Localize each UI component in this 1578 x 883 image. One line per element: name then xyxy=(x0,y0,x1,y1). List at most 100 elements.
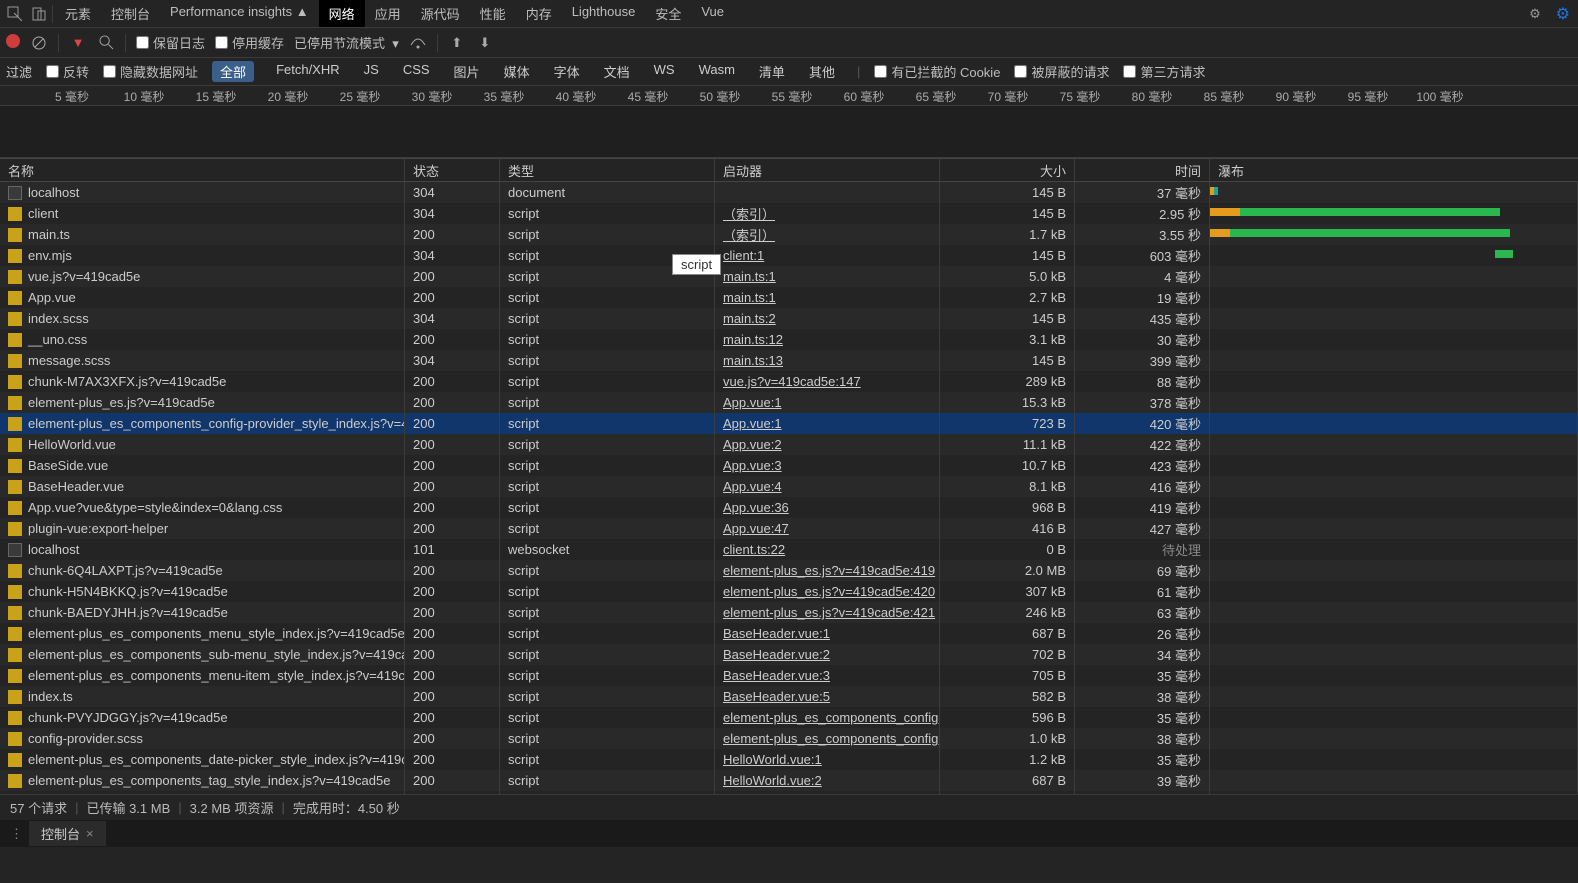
filter-type[interactable]: 清单 xyxy=(751,61,793,82)
network-conditions-icon[interactable] xyxy=(409,34,427,52)
top-tab[interactable]: Performance insights ▲ xyxy=(160,0,319,27)
reverse-checkbox[interactable]: 反转 xyxy=(46,62,89,81)
table-row[interactable]: chunk-M7AX3XFX.js?v=419cad5e200scriptvue… xyxy=(0,371,1578,392)
col-initiator[interactable]: 启动器 xyxy=(715,159,940,181)
table-row[interactable]: chunk-BAEDYJHH.js?v=419cad5e200scriptele… xyxy=(0,602,1578,623)
table-row[interactable]: BaseHeader.vue200scriptApp.vue:48.1 kB41… xyxy=(0,476,1578,497)
request-initiator[interactable]: App.vue:3 xyxy=(715,455,940,476)
request-initiator[interactable]: main.ts:1 xyxy=(715,287,940,308)
top-tab[interactable]: 元素 xyxy=(55,0,101,27)
table-row[interactable]: env.mjs304scriptclient:1145 B603 毫秒 xyxy=(0,245,1578,266)
top-tab[interactable]: 控制台 xyxy=(101,0,160,27)
table-row[interactable]: element-plus_es_components_menu-item_sty… xyxy=(0,665,1578,686)
table-row[interactable]: element-plus_es_components_menu_style_in… xyxy=(0,623,1578,644)
filter-type[interactable]: WS xyxy=(646,61,683,82)
col-waterfall[interactable]: 瀑布 xyxy=(1210,159,1578,181)
table-row[interactable]: element-plus_es_components_sub-menu_styl… xyxy=(0,644,1578,665)
table-row[interactable]: localhost101websocketclient.ts:220 B待处理 xyxy=(0,539,1578,560)
request-initiator[interactable]: App.vue:47 xyxy=(715,518,940,539)
table-row[interactable]: plugin-vue:export-helper200scriptApp.vue… xyxy=(0,518,1578,539)
clear-icon[interactable] xyxy=(30,34,48,52)
filter-input[interactable]: 过滤 xyxy=(6,62,32,81)
top-tab[interactable]: 源代码 xyxy=(411,0,470,27)
device-toggle-icon[interactable] xyxy=(28,3,50,25)
request-initiator[interactable]: （索引） xyxy=(715,224,940,245)
top-tab[interactable]: 安全 xyxy=(645,0,691,27)
top-tab[interactable]: 应用 xyxy=(365,0,411,27)
table-row[interactable]: chunk-6Q4LAXPT.js?v=419cad5e200scriptele… xyxy=(0,560,1578,581)
filter-type[interactable]: Wasm xyxy=(691,61,743,82)
table-row[interactable]: index.ts200scriptBaseHeader.vue:5582 B38… xyxy=(0,686,1578,707)
third-party-checkbox[interactable]: 第三方请求 xyxy=(1123,62,1205,81)
request-initiator[interactable]: （索引） xyxy=(715,203,940,224)
request-initiator[interactable] xyxy=(715,182,940,203)
request-initiator[interactable]: main.ts:13 xyxy=(715,350,940,371)
table-row[interactable]: chunk-H5N4BKKQ.js?v=419cad5e200scriptele… xyxy=(0,581,1578,602)
search-icon[interactable] xyxy=(97,34,115,52)
inspect-icon[interactable] xyxy=(4,3,26,25)
request-initiator[interactable]: HelloWorld.vue:3 xyxy=(715,791,940,794)
overview-timeline[interactable] xyxy=(0,106,1578,158)
close-icon[interactable]: × xyxy=(86,826,94,841)
filter-type[interactable]: CSS xyxy=(395,61,438,82)
filter-all[interactable]: 全部 xyxy=(212,61,254,82)
request-initiator[interactable]: App.vue:4 xyxy=(715,476,940,497)
table-row[interactable]: element-plus_es_components_config-provid… xyxy=(0,413,1578,434)
table-row[interactable]: main.ts200script（索引）1.7 kB3.55 秒 xyxy=(0,224,1578,245)
table-row[interactable]: config-provider.scss200scriptelement-plu… xyxy=(0,728,1578,749)
table-row[interactable]: message.scss304scriptmain.ts:13145 B399 … xyxy=(0,350,1578,371)
request-initiator[interactable]: BaseHeader.vue:5 xyxy=(715,686,940,707)
top-tab[interactable]: 网络 xyxy=(319,0,365,27)
filter-type[interactable]: Fetch/XHR xyxy=(268,61,348,82)
table-row[interactable]: index.scss304scriptmain.ts:2145 B435 毫秒 xyxy=(0,308,1578,329)
drawer-console-tab[interactable]: 控制台 × xyxy=(29,821,106,846)
table-row[interactable]: __uno.css200scriptmain.ts:123.1 kB30 毫秒 xyxy=(0,329,1578,350)
filter-type[interactable]: 文档 xyxy=(596,61,638,82)
table-row[interactable]: element-plus_es.js?v=419cad5e200scriptAp… xyxy=(0,392,1578,413)
request-initiator[interactable]: App.vue:36 xyxy=(715,497,940,518)
throttling-select[interactable]: 已停用节流模式 ▾ xyxy=(294,33,399,52)
filter-icon[interactable]: ▼ xyxy=(69,34,87,52)
filter-type[interactable]: 其他 xyxy=(801,61,843,82)
request-initiator[interactable]: BaseHeader.vue:3 xyxy=(715,665,940,686)
request-initiator[interactable]: element-plus_es_components_config-pr... xyxy=(715,707,940,728)
request-initiator[interactable]: App.vue:2 xyxy=(715,434,940,455)
request-initiator[interactable]: App.vue:1 xyxy=(715,392,940,413)
top-tab[interactable]: Vue xyxy=(691,0,734,27)
request-initiator[interactable]: BaseHeader.vue:1 xyxy=(715,623,940,644)
drawer-more-icon[interactable]: ⋮ xyxy=(4,826,29,842)
request-initiator[interactable]: HelloWorld.vue:2 xyxy=(715,770,940,791)
request-initiator[interactable]: client.ts:22 xyxy=(715,539,940,560)
request-initiator[interactable]: main.ts:2 xyxy=(715,308,940,329)
filter-type[interactable]: 图片 xyxy=(446,61,488,82)
disable-cache-checkbox[interactable]: 停用缓存 xyxy=(215,33,284,52)
record-button[interactable] xyxy=(6,34,20,51)
request-initiator[interactable]: BaseHeader.vue:2 xyxy=(715,644,940,665)
top-tab[interactable]: Lighthouse xyxy=(562,0,646,27)
col-name[interactable]: 名称 xyxy=(0,159,405,181)
filter-type[interactable]: 字体 xyxy=(546,61,588,82)
table-row[interactable]: App.vue200scriptmain.ts:12.7 kB19 毫秒 xyxy=(0,287,1578,308)
request-initiator[interactable]: main.ts:1 xyxy=(715,266,940,287)
col-type[interactable]: 类型 xyxy=(500,159,715,181)
table-row[interactable]: element-plus_es_components_tag_style_ind… xyxy=(0,770,1578,791)
table-row[interactable]: vue.js?v=419cad5e200scriptmain.ts:15.0 k… xyxy=(0,266,1578,287)
top-tab[interactable]: 性能 xyxy=(470,0,516,27)
filter-type[interactable]: 媒体 xyxy=(496,61,538,82)
timeline-ruler[interactable]: 5 毫秒10 毫秒15 毫秒20 毫秒25 毫秒30 毫秒35 毫秒40 毫秒4… xyxy=(0,86,1578,106)
table-row[interactable]: BaseSide.vue200scriptApp.vue:310.7 kB423… xyxy=(0,455,1578,476)
col-time[interactable]: 时间 xyxy=(1075,159,1210,181)
col-status[interactable]: 状态 xyxy=(405,159,500,181)
blocked-cookies-checkbox[interactable]: 有已拦截的 Cookie xyxy=(874,62,1000,81)
table-row[interactable]: chunk-PVYJDGGY.js?v=419cad5e200scriptele… xyxy=(0,707,1578,728)
table-row[interactable]: client304script（索引）145 B2.95 秒 xyxy=(0,203,1578,224)
request-initiator[interactable]: element-plus_es.js?v=419cad5e:421 xyxy=(715,602,940,623)
table-row[interactable]: localhost304document145 B37 毫秒 xyxy=(0,182,1578,203)
request-initiator[interactable]: element-plus_es.js?v=419cad5e:420 xyxy=(715,581,940,602)
blocked-requests-checkbox[interactable]: 被屏蔽的请求 xyxy=(1014,62,1109,81)
table-row[interactable]: HelloWorld.vue200scriptApp.vue:211.1 kB4… xyxy=(0,434,1578,455)
table-row[interactable]: element-plus_es_components_input_style_i… xyxy=(0,791,1578,794)
download-har-icon[interactable]: ⬇ xyxy=(476,34,494,52)
gear-icon[interactable]: ⚙ xyxy=(1524,3,1546,25)
request-initiator[interactable]: HelloWorld.vue:1 xyxy=(715,749,940,770)
